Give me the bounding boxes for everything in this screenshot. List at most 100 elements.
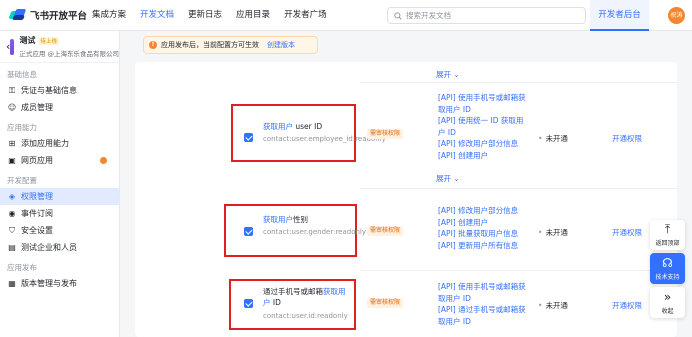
key-icon: ⚿	[8, 85, 16, 95]
web-icon: ▣	[8, 156, 16, 165]
permission-checkbox[interactable]	[244, 227, 253, 236]
lock-icon: ⛉	[9, 225, 15, 235]
api-link[interactable]: [API] 修改用户部分信息	[438, 138, 528, 150]
enable-permission-link[interactable]: 开通权限	[612, 133, 642, 144]
feishu-logo-icon	[8, 9, 27, 21]
permission-title: 获取用户性别	[263, 215, 308, 224]
related-apis: [API] 修改用户部分信息 [API] 创建用户 [API] 批量获取用户信息…	[438, 205, 528, 251]
sidebar-group-basic: 基础信息	[7, 70, 37, 79]
user-icon: ☺	[7, 103, 17, 112]
permission-title: 通过手机号或邮箱获取用户 ID	[263, 287, 346, 307]
sidebar-item-label: 测试企业和人员	[21, 243, 77, 252]
sidebar-group-dev-config: 开发配置	[7, 176, 37, 185]
api-link[interactable]: [API] 创建用户	[438, 217, 528, 229]
review-required-tag: 需审核权限	[367, 298, 404, 308]
notification-dot	[100, 157, 107, 164]
back-to-top-button[interactable]: ⤒ 返回顶部	[650, 220, 685, 250]
sidebar-item-credentials[interactable]: ⚿ 凭证与基础信息	[0, 82, 119, 99]
sidebar-item-security[interactable]: ⛉ 安全设置	[0, 222, 119, 239]
permissions-list: 展开 ⌄ 获取用户 user ID contact:user.employee_…	[135, 62, 677, 337]
create-version-link[interactable]: 创建版本	[267, 40, 295, 50]
permission-checkbox[interactable]	[244, 133, 253, 142]
sidebar-item-events[interactable]: ◉ 事件订阅	[0, 205, 119, 222]
collapse-button[interactable]: » 收起	[650, 287, 685, 318]
search-icon	[394, 11, 402, 20]
api-link[interactable]: [API] 修改用户部分信息	[438, 205, 528, 217]
double-chevron-icon: »	[663, 289, 672, 304]
sidebar-item-label: 权限管理	[21, 192, 53, 201]
arrow-up-icon: ⤒	[664, 222, 671, 236]
divider	[360, 270, 677, 271]
permission-code: contact:user.id:readonly	[263, 312, 348, 320]
api-link[interactable]: [API] 使用手机号或邮箱获取用户 ID	[438, 281, 528, 304]
related-apis: [API] 使用手机号或邮箱获取用户 ID [API] 通过手机号或邮箱获取用户…	[438, 281, 528, 327]
publish-notice: ! 应用发布后，当前配置方可生效 创建版本	[143, 36, 318, 54]
shield-icon: ◈	[8, 192, 16, 201]
api-link[interactable]: [API] 使用手机号或邮箱获取用户 ID	[438, 92, 528, 115]
sidebar-group-capabilities: 应用能力	[7, 123, 37, 132]
nav-item-changelog[interactable]: 更新日志	[188, 0, 222, 31]
sidebar-group-release: 应用发布	[7, 263, 37, 272]
related-apis: [API] 使用手机号或邮箱获取用户 ID [API] 使用统一 ID 获取用户…	[438, 92, 528, 161]
brand-logo[interactable]: 飞书开放平台	[8, 8, 92, 22]
tech-support-label: 技术支持	[655, 273, 680, 281]
divider	[360, 82, 677, 83]
sidebar-item-test-org[interactable]: ▤ 测试企业和人员	[0, 239, 119, 256]
nav-item-app-directory[interactable]: 应用目录	[236, 0, 270, 31]
plus-icon: ⊞	[8, 139, 16, 148]
enable-permission-link[interactable]: 开通权限	[612, 300, 642, 311]
developer-console-tab[interactable]: 开发者后台	[590, 0, 649, 31]
main-nav: 集成方案 开发文档 更新日志 应用目录 开发者广场	[92, 0, 341, 31]
back-to-top-label: 返回顶部	[655, 240, 680, 247]
permission-code: contact:user.gender:readonly	[263, 228, 367, 236]
sidebar-item-versions[interactable]: ▦ 版本管理与发布	[0, 275, 119, 292]
sidebar-item-members[interactable]: ☺ 成员管理	[0, 99, 119, 116]
api-link[interactable]: [API] 通过手机号或邮箱获取用户 ID	[438, 304, 528, 327]
sidebar-item-add-capability[interactable]: ⊞ 添加应用能力	[0, 135, 119, 152]
sidebar-item-label: 凭证与基础信息	[21, 86, 77, 95]
permission-status: 未开通	[538, 227, 568, 238]
sidebar-item-web-app[interactable]: ▣ 网页应用	[0, 152, 119, 169]
permission-checkbox[interactable]	[244, 299, 253, 308]
api-link[interactable]: [API] 批量获取用户信息	[438, 228, 528, 240]
team-icon: ▤	[8, 243, 16, 252]
app-subtitle: 正式应用 @上海东乐食品有限公司	[19, 50, 119, 58]
bell-icon: ◉	[8, 209, 16, 218]
headset-icon: ☊	[662, 255, 673, 270]
permission-code: contact:user.employee_id:readonly	[263, 135, 386, 143]
api-link[interactable]: [API] 创建用户	[438, 150, 528, 162]
sidebar-item-permissions[interactable]: ◈ 权限管理	[0, 188, 119, 205]
review-required-tag: 需审核权限	[367, 129, 404, 139]
app-icon	[10, 38, 25, 55]
tech-support-button[interactable]: ☊ 技术支持	[650, 253, 685, 284]
review-required-tag: 需审核权限	[367, 226, 404, 236]
sidebar-item-label: 版本管理与发布	[21, 279, 77, 288]
brand-name: 飞书开放平台	[30, 11, 88, 22]
permission-status: 未开通	[538, 300, 568, 311]
warning-icon: !	[149, 41, 157, 49]
notice-text: 应用发布后，当前配置方可生效	[161, 41, 259, 49]
api-link[interactable]: [API] 更新用户所有信息	[438, 240, 528, 252]
avatar[interactable]: 祝涛	[668, 7, 685, 24]
top-navbar: 飞书开放平台 集成方案 开发文档 更新日志 应用目录 开发者广场 开发者后台 祝…	[0, 0, 692, 31]
permission-title: 获取用户 user ID	[263, 122, 323, 131]
sidebar-item-label: 成员管理	[21, 103, 53, 112]
enable-permission-link[interactable]: 开通权限	[612, 227, 642, 238]
sidebar-item-label: 网页应用	[21, 156, 53, 165]
permission-status: 未开通	[538, 133, 568, 144]
app-header: ‹ 测试 待上线 正式应用 @上海东乐食品有限公司	[0, 31, 119, 63]
nav-item-solutions[interactable]: 集成方案	[92, 0, 126, 31]
sidebar-item-label: 安全设置	[21, 226, 53, 235]
sidebar-item-label: 事件订阅	[21, 209, 53, 218]
search-input[interactable]	[406, 11, 576, 20]
sidebar: ‹ 测试 待上线 正式应用 @上海东乐食品有限公司 基础信息 ⚿ 凭证与基础信息 ☺…	[0, 31, 120, 337]
divider	[360, 188, 677, 189]
api-link[interactable]: [API] 使用统一 ID 获取用户 ID	[438, 115, 528, 138]
collapse-label: 收起	[661, 307, 674, 315]
expand-link[interactable]: 展开 ⌄	[436, 173, 460, 184]
nav-item-docs[interactable]: 开发文档	[140, 0, 174, 31]
search-box[interactable]	[387, 7, 586, 24]
expand-link[interactable]: 展开 ⌄	[436, 69, 460, 80]
status-badge: 待上线	[38, 36, 59, 45]
nav-item-developer-square[interactable]: 开发者广场	[284, 0, 327, 31]
